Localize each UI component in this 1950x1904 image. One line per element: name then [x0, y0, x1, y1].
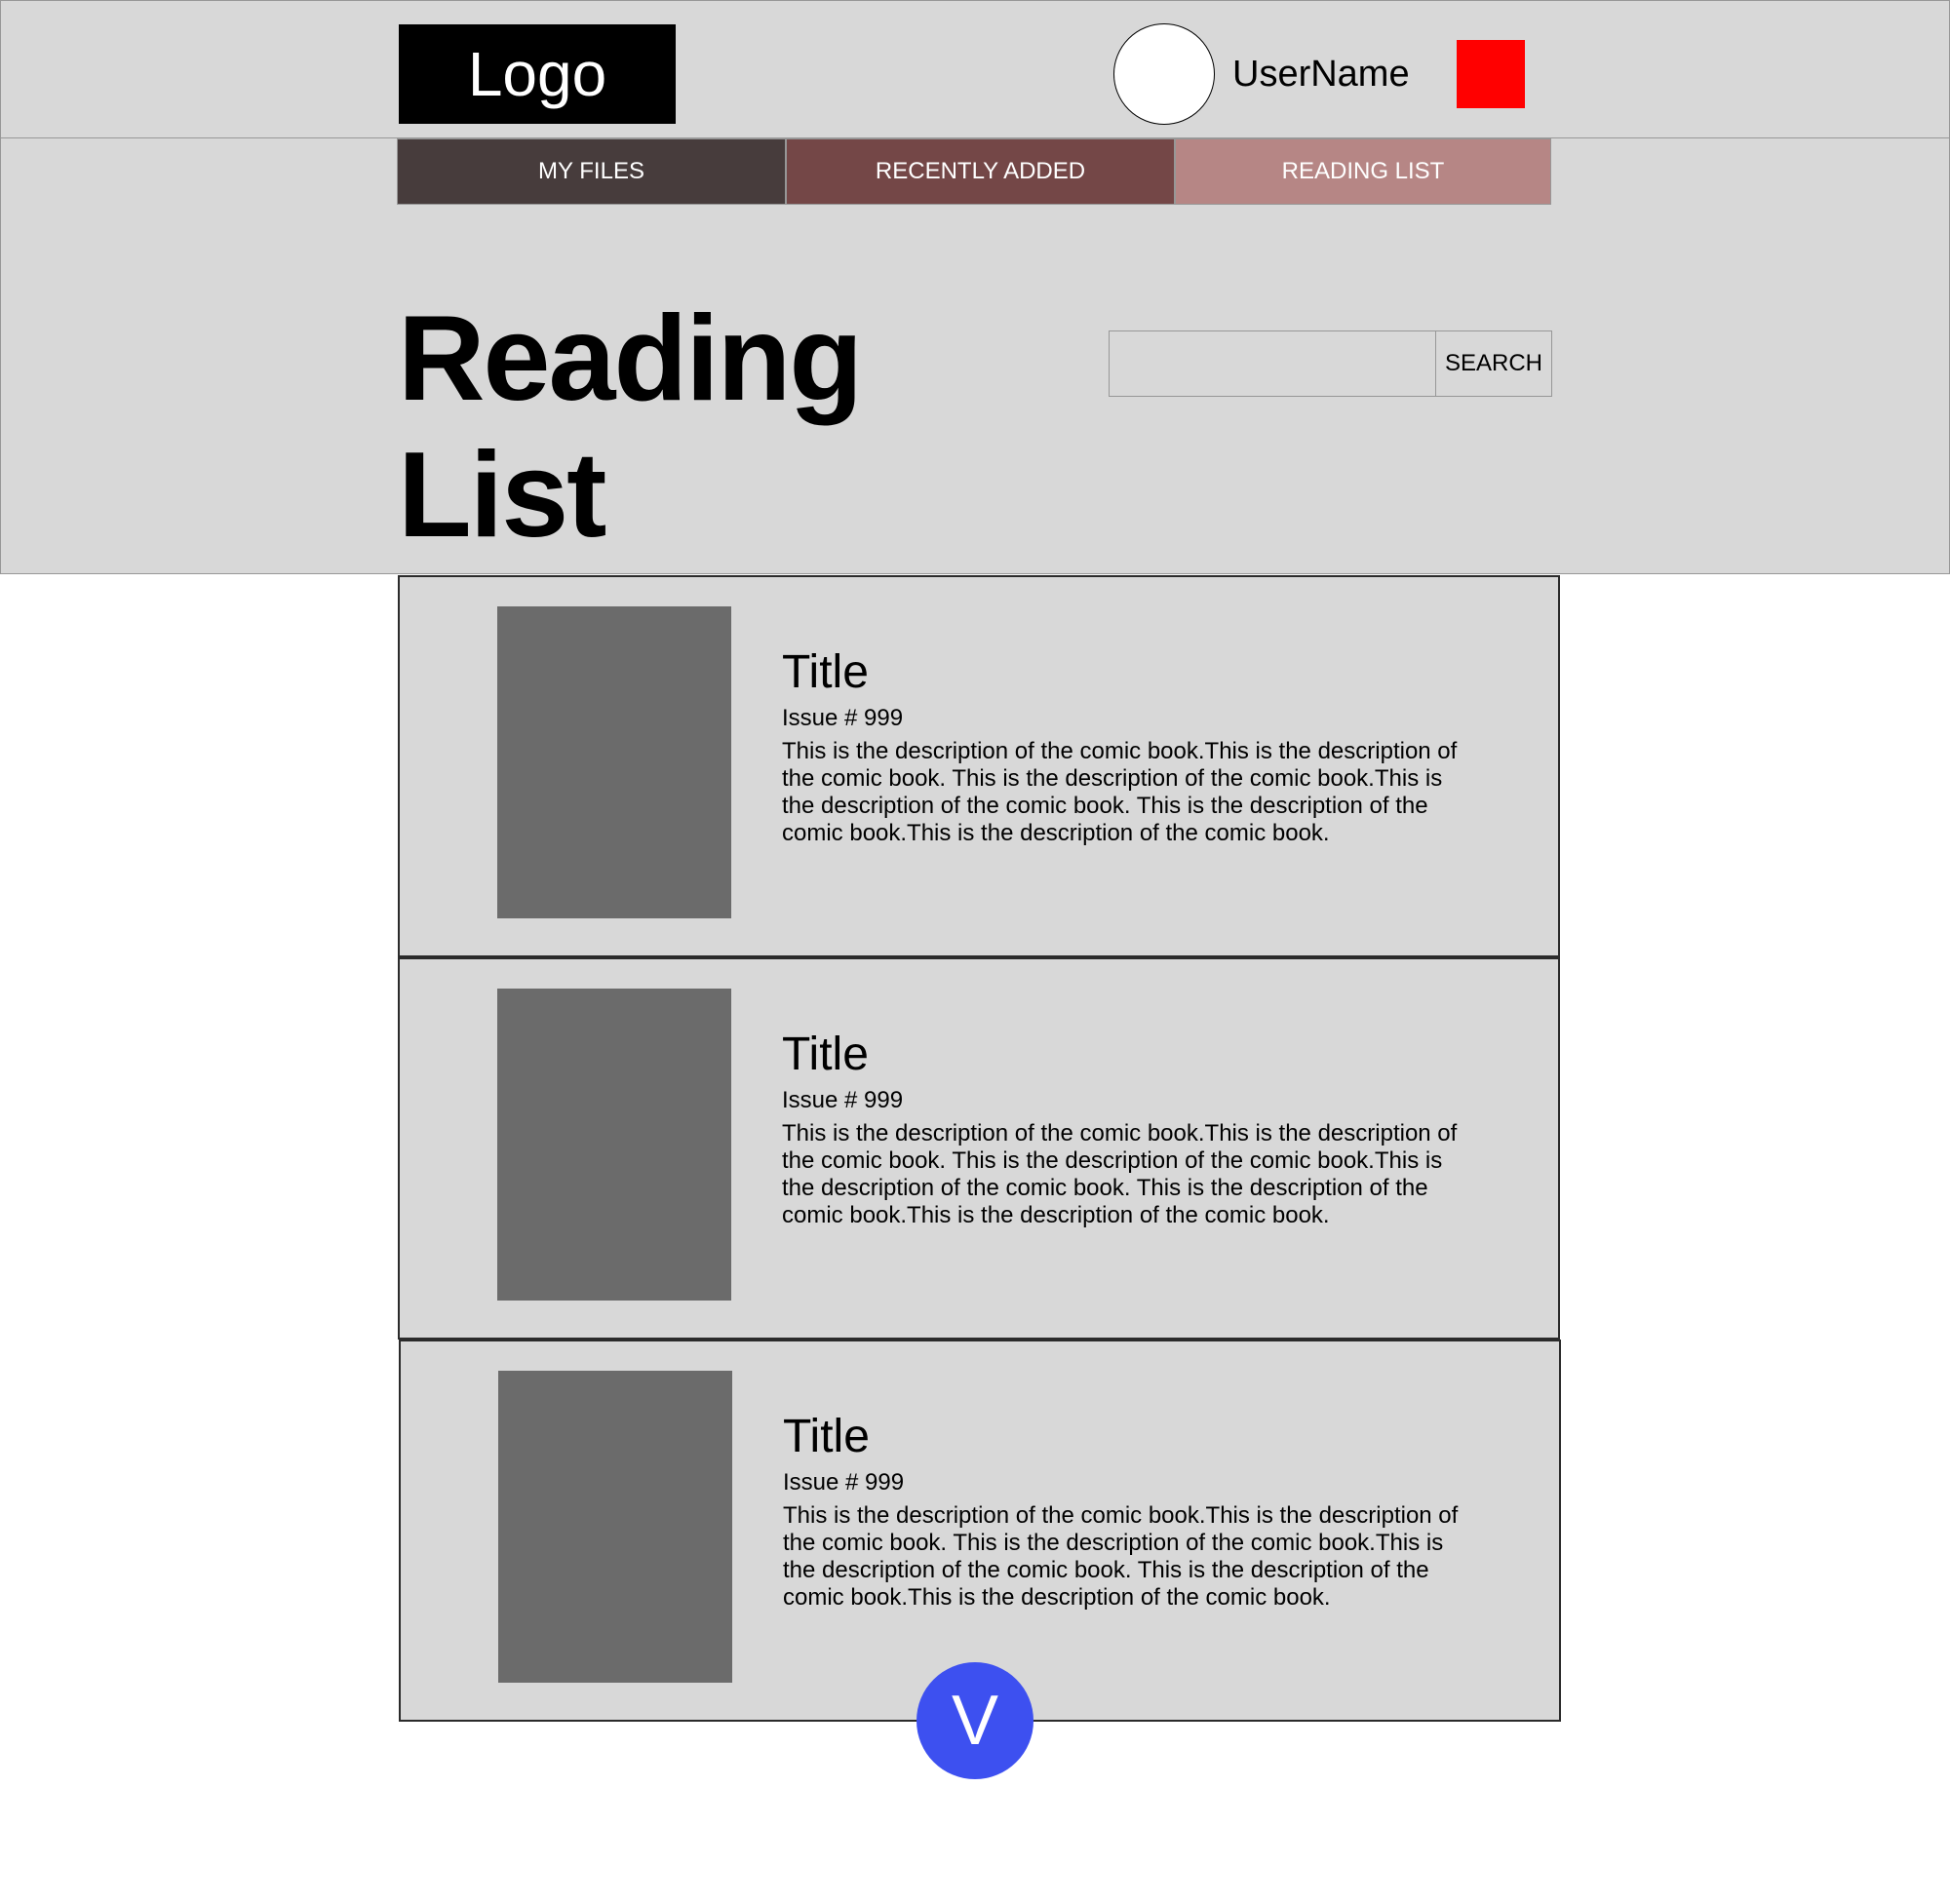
item-title: Title — [782, 1029, 869, 1080]
page: Logo UserName MY FILES RECENTLY ADDED RE… — [0, 0, 1950, 1904]
avatar[interactable] — [1113, 23, 1215, 125]
nav-tabs: MY FILES RECENTLY ADDED READING LIST — [397, 138, 1551, 205]
search-input[interactable] — [1109, 330, 1436, 397]
list-item[interactable]: Title Issue # 999 This is the descriptio… — [398, 957, 1560, 1340]
item-issue: Issue # 999 — [783, 1469, 905, 1496]
item-issue: Issue # 999 — [782, 705, 904, 731]
search-button[interactable]: SEARCH — [1435, 330, 1552, 397]
tab-recently-added[interactable]: RECENTLY ADDED — [786, 138, 1175, 205]
notification-square-icon[interactable] — [1457, 40, 1525, 108]
comic-cover-image[interactable] — [497, 989, 731, 1301]
item-title: Title — [782, 646, 869, 698]
item-issue: Issue # 999 — [782, 1087, 904, 1113]
comic-cover-image[interactable] — [498, 1371, 732, 1683]
tab-my-files[interactable]: MY FILES — [397, 138, 786, 205]
item-description: This is the description of the comic boo… — [782, 1120, 1458, 1228]
item-title: Title — [783, 1411, 870, 1462]
tab-reading-list[interactable]: READING LIST — [1175, 138, 1551, 205]
item-description: This is the description of the comic boo… — [783, 1502, 1459, 1611]
logo[interactable]: Logo — [399, 24, 676, 124]
item-description: This is the description of the comic boo… — [782, 738, 1458, 846]
list-item[interactable]: Title Issue # 999 This is the descriptio… — [398, 575, 1560, 957]
top-header: Logo UserName — [0, 0, 1950, 138]
page-title: Reading List — [398, 291, 863, 563]
scroll-down-button[interactable]: V — [916, 1662, 1034, 1779]
comic-cover-image[interactable] — [497, 606, 731, 918]
username[interactable]: UserName — [1232, 50, 1410, 98]
